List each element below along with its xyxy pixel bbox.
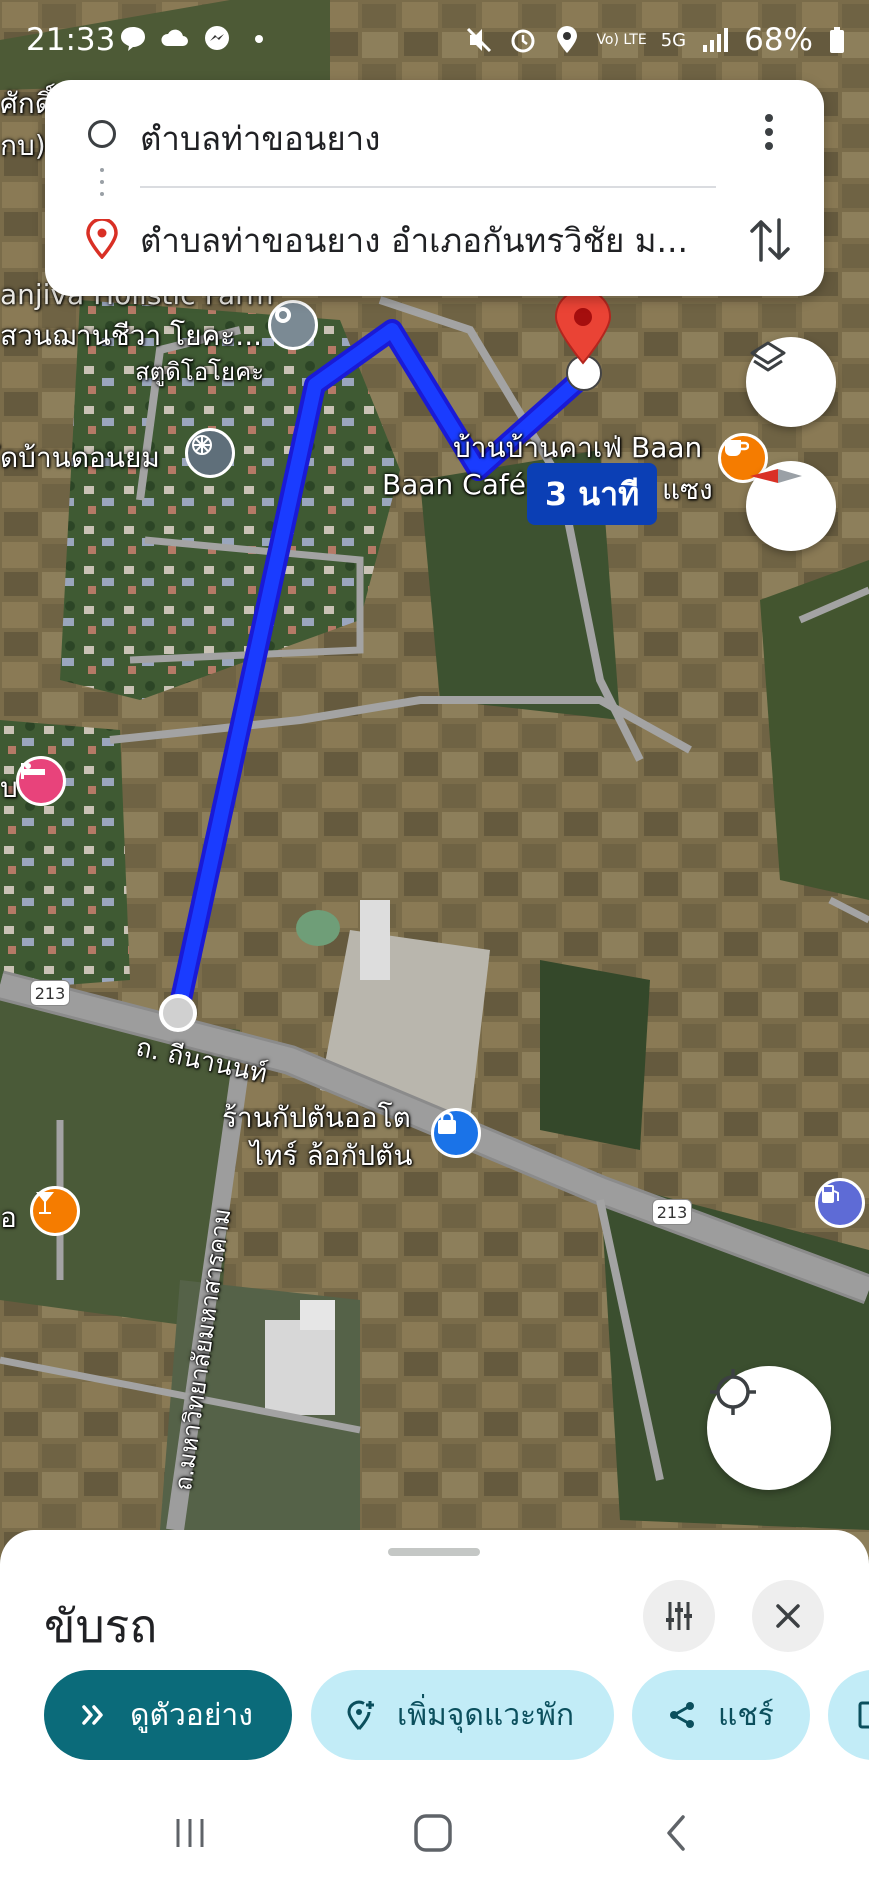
destination-pin-icon [86, 219, 118, 259]
add-location-icon [347, 1700, 374, 1731]
back-icon [667, 1815, 685, 1851]
close-button[interactable] [752, 1580, 824, 1652]
travel-mode-title: ขับรถ [44, 1599, 158, 1653]
share-button[interactable]: แชร์ [632, 1670, 810, 1760]
compass-button[interactable] [746, 461, 836, 551]
map-label: ัดบ้านดอนยม [0, 441, 160, 474]
shopping-bag-icon[interactable] [431, 1108, 481, 1158]
map-label: บ [0, 771, 18, 804]
tune-icon [666, 1602, 692, 1630]
map-label: กบ) [0, 129, 46, 162]
map-label: อ [0, 1201, 17, 1234]
my-location-icon [710, 1369, 756, 1415]
map-label: Baan Café [382, 468, 526, 501]
close-icon [776, 1604, 800, 1628]
origin-field[interactable]: ตำบลท่าขอนยาง [140, 112, 380, 165]
action-chips: ดูตัวอย่าง เพิ่มจุดแวะพัก แชร์ [44, 1670, 869, 1760]
map-label: แซง [662, 473, 713, 506]
sheet-handle[interactable] [388, 1548, 480, 1556]
preview-label: ดูตัวอย่าง [130, 1697, 253, 1733]
notification-icons [118, 24, 274, 54]
pin-icon [858, 1701, 869, 1729]
bar-icon[interactable] [30, 1186, 80, 1236]
battery-percent: 68% [744, 22, 813, 58]
double-chevron-icon [82, 1705, 103, 1725]
location-icon [557, 26, 578, 53]
gas-station-icon[interactable] [815, 1178, 865, 1228]
origin-row[interactable]: ตำบลท่าขอนยาง [45, 80, 824, 196]
system-navigation-bar [0, 1780, 869, 1883]
map-label: สตูดิโอโยคะ [135, 358, 265, 386]
system-icons: Vo) LTE 5G 68% [464, 22, 847, 58]
line-app-icon [121, 27, 145, 51]
dot-icon [255, 35, 263, 43]
messenger-icon [205, 26, 229, 50]
status-bar: 21:33 Vo) LTE 5G 68% [0, 0, 869, 80]
compass-icon [750, 469, 802, 483]
temple-icon[interactable] [185, 428, 235, 478]
route-shield: 213 [652, 1199, 692, 1225]
hotel-icon[interactable] [16, 756, 66, 806]
swap-icon[interactable] [746, 212, 794, 268]
network-indicator: 5G [660, 29, 687, 51]
recent-apps-button[interactable] [160, 1808, 220, 1858]
layers-icon [750, 341, 786, 372]
share-label: แชร์ [718, 1697, 774, 1733]
destination-row[interactable]: ตำบลท่าขอนยาง อำเภอกันทรวิชัย ม... [45, 188, 824, 296]
route-start-dot [159, 994, 197, 1032]
recents-icon [176, 1819, 204, 1847]
home-button[interactable] [403, 1808, 463, 1858]
destination-pin-icon[interactable] [552, 293, 614, 365]
alarm-icon [511, 29, 535, 53]
cloud-icon [161, 29, 188, 46]
eta-label: 3 นาที [527, 463, 657, 525]
status-time: 21:33 [26, 22, 116, 58]
origin-circle-icon [88, 120, 116, 148]
map-label: ไทร์ ล้อกัปตัน [250, 1139, 413, 1172]
route-options-button[interactable] [643, 1580, 715, 1652]
layers-button[interactable] [746, 337, 836, 427]
home-icon [414, 1814, 452, 1852]
destination-field[interactable]: ตำบลท่าขอนยาง อำเภอกันทรวิชัย ม... [140, 214, 760, 267]
back-button[interactable] [646, 1808, 706, 1858]
route-shield: 213 [30, 980, 70, 1006]
share-icon [670, 1702, 694, 1728]
add-stop-button[interactable]: เพิ่มจุดแวะพัก [311, 1670, 614, 1760]
mute-icon [467, 27, 492, 53]
my-location-button[interactable] [707, 1366, 831, 1490]
directions-card: ตำบลท่าขอนยาง ตำบลท่าขอนยาง อำเภอกันทรวิ… [45, 80, 824, 296]
add-stop-label: เพิ่มจุดแวะพัก [397, 1697, 575, 1733]
battery-icon [830, 27, 844, 53]
signal-icon [703, 28, 729, 52]
more-options-button[interactable] [749, 110, 789, 158]
volte-indicator: Vo) LTE [596, 31, 647, 48]
preview-button[interactable]: ดูตัวอย่าง [44, 1670, 292, 1760]
more-chip-button[interactable] [828, 1670, 869, 1760]
poi-place-icon[interactable] [268, 300, 318, 350]
